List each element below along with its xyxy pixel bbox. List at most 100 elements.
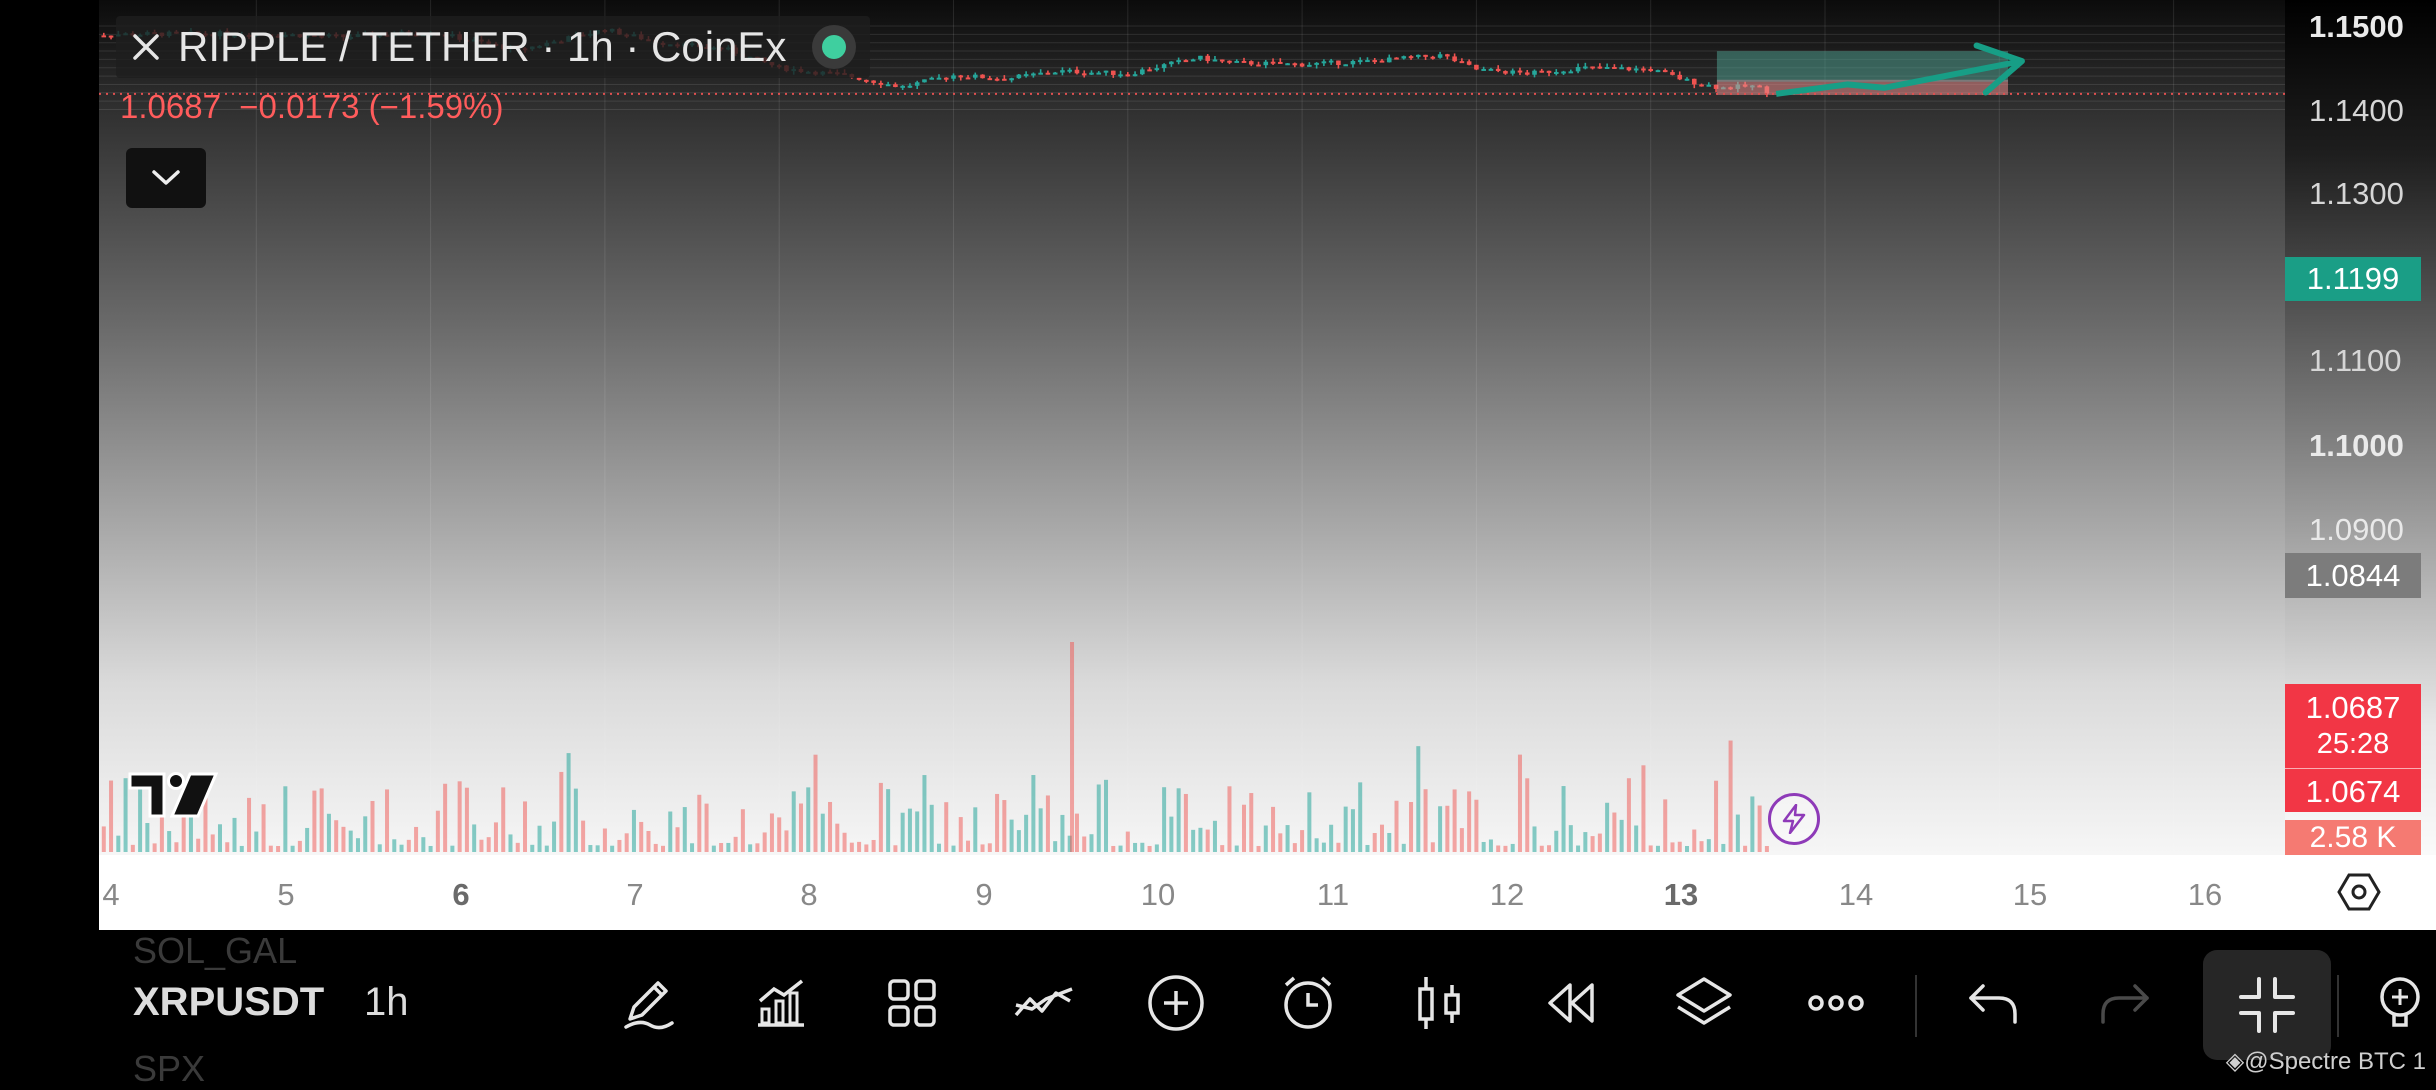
volume-bar [573, 788, 578, 852]
candle [1270, 61, 1276, 64]
volume-bar [247, 797, 252, 852]
volume-bar [610, 845, 615, 852]
candle [1161, 64, 1167, 69]
volume-bar [711, 845, 716, 852]
volume-bar [348, 830, 353, 852]
volume-bar [1655, 845, 1660, 852]
volume-bar [1031, 775, 1036, 852]
volume-bar [377, 844, 382, 852]
candle [1466, 61, 1472, 65]
volume-bar [740, 809, 745, 852]
last-price: 1.0687 [120, 88, 221, 125]
volume-bar [849, 842, 854, 852]
candle [1408, 56, 1414, 59]
plus-icon[interactable] [1141, 968, 1211, 1038]
volume-bar [602, 828, 607, 852]
candle [1546, 70, 1552, 73]
volume-bar [1764, 846, 1769, 852]
chevron-down-icon [148, 166, 184, 190]
candle [1445, 54, 1450, 57]
candle [1495, 68, 1501, 72]
candle [1038, 72, 1043, 75]
pencil-icon[interactable] [613, 968, 683, 1038]
volume-bar [1074, 813, 1079, 852]
lightning-icon[interactable] [1768, 793, 1820, 845]
alarm-icon[interactable] [1273, 968, 1343, 1038]
volume-bar [1525, 778, 1530, 852]
volume-bar [443, 783, 448, 852]
interval-selector[interactable]: 1h [364, 980, 409, 1025]
candle [1052, 72, 1058, 75]
volume-bar [922, 775, 927, 852]
volume-bar [915, 811, 920, 852]
volume-bar [123, 778, 128, 852]
candle [907, 85, 913, 88]
trend-icon[interactable] [1009, 968, 1079, 1038]
volume-bar [261, 804, 266, 852]
last-price-label: 1.0687 [2305, 690, 2401, 725]
layers-icon[interactable] [1669, 968, 1739, 1038]
symbol-list-item-next[interactable]: SPX [133, 1048, 205, 1090]
volume-bar [305, 827, 310, 852]
bar-countdown: 25:28 [2316, 728, 2390, 760]
candle [1670, 72, 1675, 75]
toolbar-divider [1915, 975, 1917, 1037]
symbol-header[interactable]: RIPPLE / TETHER · 1h · CoinEx [116, 16, 871, 78]
candle [1096, 72, 1102, 75]
volume-bar [334, 820, 339, 852]
candle-icon[interactable] [1405, 968, 1475, 1038]
volume-bar [726, 842, 731, 852]
volume-bar [145, 822, 150, 852]
candle [1437, 54, 1443, 58]
redo-icon[interactable] [2090, 968, 2160, 1038]
close-icon[interactable] [128, 29, 164, 65]
volume-bar [566, 753, 571, 852]
more-icon[interactable] [1801, 968, 1871, 1038]
time-axis[interactable]: 4 5 6 7 8 9 10 11 12 13 14 15 16 [99, 855, 2436, 930]
volume-bar [886, 789, 891, 852]
symbol-list-item-prev[interactable]: SOL_GAL [133, 930, 297, 972]
chart-icon[interactable] [745, 968, 815, 1038]
candle [1575, 67, 1581, 72]
volume-bar [116, 835, 121, 852]
volume-bar [951, 845, 956, 852]
volume-bar [813, 754, 818, 852]
volume-bar [1728, 740, 1733, 852]
volume-bar [508, 834, 513, 852]
candle [922, 79, 927, 83]
volume-bar [661, 845, 665, 852]
volume-bar [174, 842, 179, 852]
volume-bar [878, 782, 883, 852]
symbol-selector[interactable]: XRPUSDT [133, 980, 324, 1025]
time-tick: 7 [626, 877, 644, 912]
candle [1147, 69, 1152, 72]
volume-bar [1089, 834, 1094, 852]
grid-icon[interactable] [877, 968, 947, 1038]
time-tick: 16 [2187, 877, 2223, 912]
candle [1219, 59, 1225, 62]
candle [1423, 54, 1428, 57]
candle [1568, 71, 1574, 74]
candle [1394, 57, 1399, 60]
bulb-icon[interactable] [2366, 968, 2436, 1038]
volume-bar [472, 824, 477, 852]
volume-bar [1670, 842, 1675, 852]
volume-bar [1365, 844, 1370, 852]
undo-icon[interactable] [1958, 968, 2028, 1038]
volume-bar [704, 803, 709, 852]
volume-bar [1612, 812, 1617, 852]
chart-settings-icon[interactable] [2337, 870, 2381, 919]
candle [1336, 60, 1341, 66]
chart-canvas[interactable] [99, 0, 2285, 855]
volume-bar [1329, 824, 1334, 852]
price-axis[interactable]: 1.1500 1.1400 1.1300 1.1100 1.1000 1.090… [2285, 0, 2436, 856]
rewind-icon[interactable] [1537, 968, 1607, 1038]
volume-bar [1133, 842, 1138, 852]
fullscreen-button[interactable] [2203, 950, 2331, 1060]
volume-bar [1467, 791, 1472, 852]
time-tick: 15 [2012, 877, 2048, 912]
candle [1248, 61, 1254, 65]
volume-bar [544, 845, 549, 852]
volume-bar [1677, 841, 1682, 852]
collapse-legend-button[interactable] [126, 148, 206, 208]
